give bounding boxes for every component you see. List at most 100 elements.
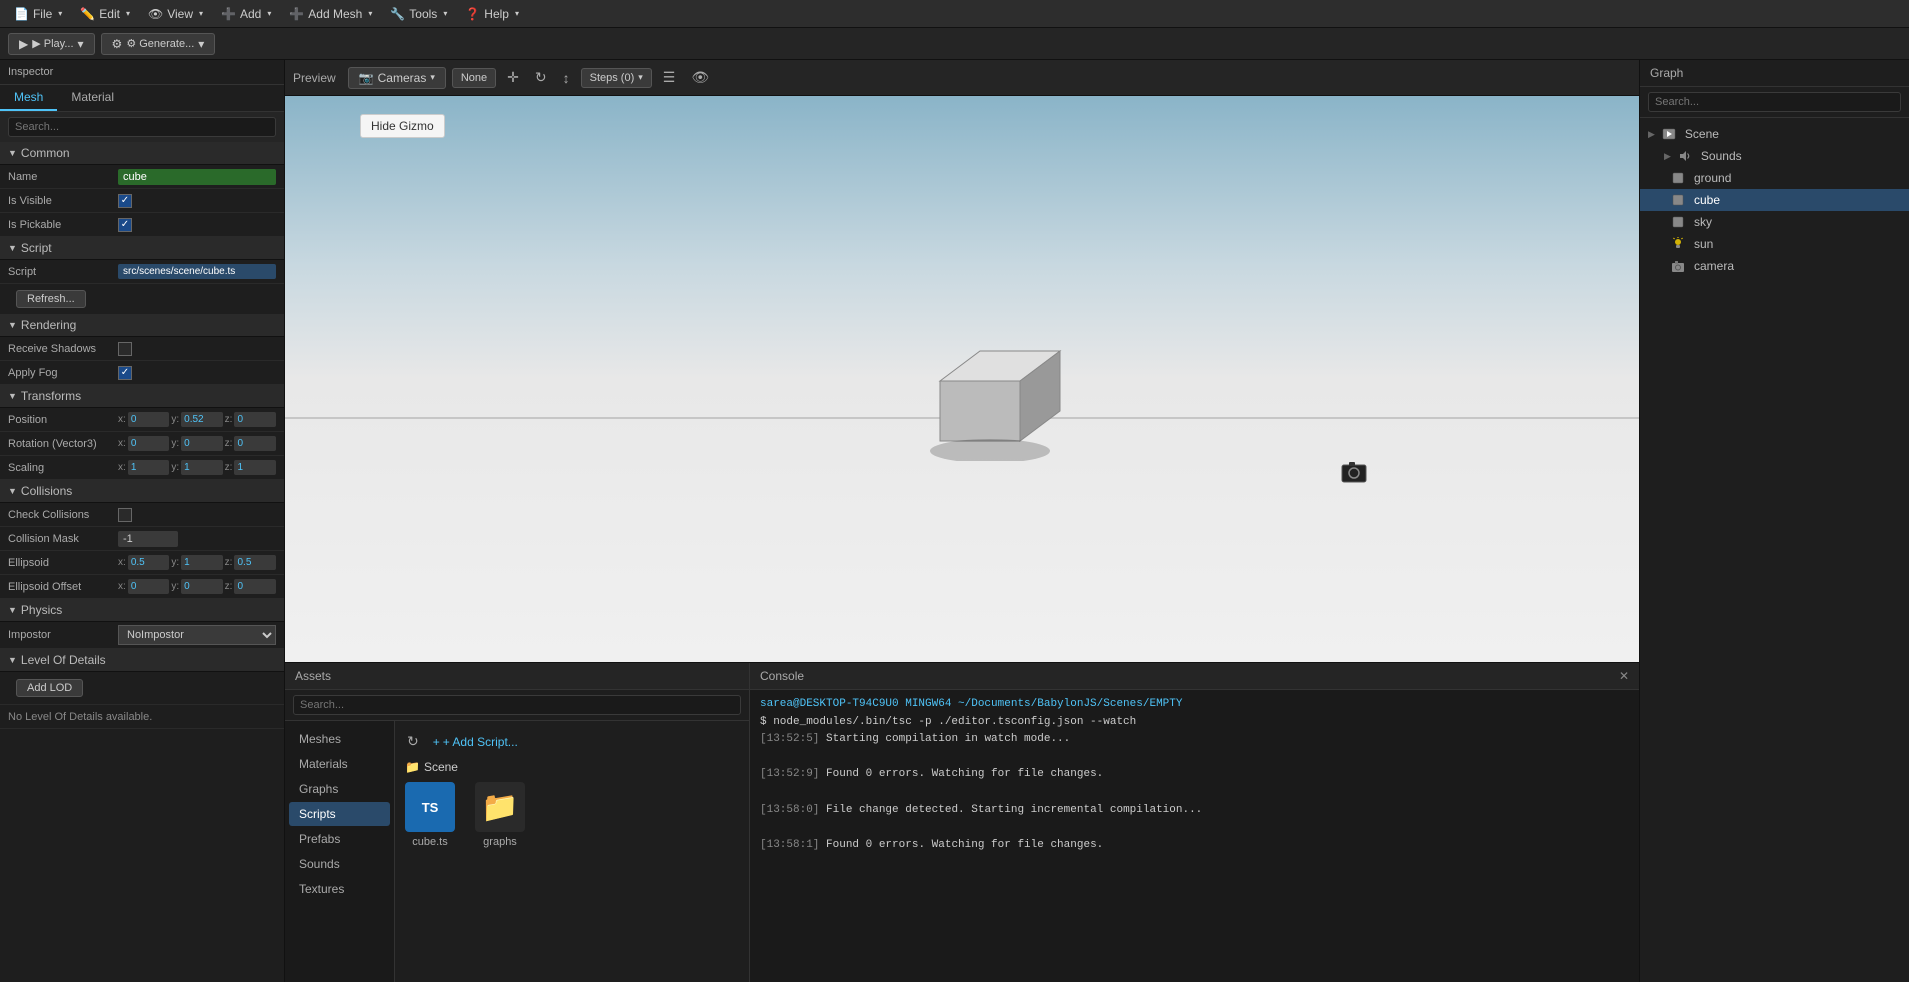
assets-sidebar-prefabs[interactable]: Prefabs — [289, 827, 390, 851]
edit-icon: ✏️ — [80, 7, 95, 21]
rotate-gizmo-button[interactable]: ↻ — [530, 66, 552, 89]
ellipsoid-x-input[interactable] — [128, 555, 170, 570]
ellipsoid-z-input[interactable] — [234, 555, 276, 570]
pos-x-input[interactable] — [128, 412, 170, 427]
tree-item-scene[interactable]: ▶ Scene — [1640, 123, 1909, 145]
scale-x-input[interactable] — [128, 460, 170, 475]
check-collisions-checkbox[interactable] — [118, 508, 132, 522]
rendering-arrow: ▼ — [8, 320, 17, 330]
asset-graphs-folder[interactable]: 📁 graphs — [475, 782, 525, 848]
add-mesh-caret: ▾ — [368, 9, 372, 18]
add-script-button[interactable]: + + Add Script... — [429, 733, 522, 751]
prop-position: Position x: y: z: — [0, 408, 284, 432]
ellipsoid-offset-y-input[interactable] — [181, 579, 223, 594]
generate-button[interactable]: ⚙ ⚙ Generate... ▾ — [101, 33, 216, 55]
name-input[interactable] — [118, 169, 276, 185]
impostor-select[interactable]: NoImpostor — [118, 625, 276, 645]
section-collisions[interactable]: ▼ Collisions — [0, 480, 284, 503]
tree-item-sky[interactable]: sky — [1640, 211, 1909, 233]
menu-tools[interactable]: 🔧 Tools ▾ — [382, 5, 455, 23]
inspector-search-input[interactable] — [8, 117, 276, 137]
assets-sidebar-textures[interactable]: Textures — [289, 877, 390, 901]
rot-x-input[interactable] — [128, 436, 170, 451]
console-line: [13:58:0] File change detected. Starting… — [760, 802, 1629, 820]
play-button[interactable]: ▶ ▶ Play... ▾ — [8, 33, 95, 55]
asset-cube-ts[interactable]: TS cube.ts — [405, 782, 455, 848]
cube-icon — [1671, 193, 1685, 207]
common-arrow: ▼ — [8, 148, 17, 158]
menu-view[interactable]: 👁 View ▾ — [140, 5, 211, 23]
is-visible-checkbox[interactable] — [118, 194, 132, 208]
tree-label-camera: camera — [1694, 259, 1734, 273]
add-lod-button[interactable]: Add LOD — [16, 679, 83, 697]
add-icon: ➕ — [221, 7, 236, 21]
steps-button[interactable]: Steps (0) ▾ — [581, 68, 652, 88]
graph-panel: Graph ▶ Scene ▶ Sounds ground cube sky s… — [1639, 60, 1909, 982]
tab-material[interactable]: Material — [57, 85, 128, 111]
menu-add[interactable]: ➕ Add ▾ — [213, 5, 279, 23]
menu-help[interactable]: ❓ Help ▾ — [457, 5, 527, 23]
section-rendering[interactable]: ▼ Rendering — [0, 314, 284, 337]
assets-refresh-button[interactable]: ↻ — [405, 731, 421, 752]
is-pickable-checkbox[interactable] — [118, 218, 132, 232]
tree-item-sun[interactable]: sun — [1640, 233, 1909, 255]
menu-file[interactable]: 📄 File ▾ — [6, 5, 70, 23]
console-line — [760, 942, 1629, 960]
graph-search-input[interactable] — [1648, 92, 1901, 112]
scale-gizmo-button[interactable]: ↕ — [558, 67, 575, 89]
console-line — [760, 978, 1629, 982]
section-common[interactable]: ▼ Common — [0, 142, 284, 165]
assets-sidebar-meshes[interactable]: Meshes — [289, 727, 390, 751]
move-gizmo-button[interactable]: ✛ — [502, 66, 524, 89]
tree-item-sounds[interactable]: ▶ Sounds — [1640, 145, 1909, 167]
script-input[interactable] — [118, 264, 276, 279]
rot-y-input[interactable] — [181, 436, 223, 451]
console-line: [13:58:1] Found 0 errors. Watching for f… — [760, 837, 1629, 855]
tree-item-ground[interactable]: ground — [1640, 167, 1909, 189]
cube-3d-object — [890, 281, 1070, 464]
console-content: sarea@DESKTOP-T94C9U0 MINGW64 ~/Document… — [750, 690, 1639, 982]
apply-fog-checkbox[interactable] — [118, 366, 132, 380]
prop-scaling: Scaling x: y: z: — [0, 456, 284, 480]
file-caret: ▾ — [58, 9, 62, 18]
section-physics[interactable]: ▼ Physics — [0, 599, 284, 622]
assets-sidebar-scripts[interactable]: Scripts — [289, 802, 390, 826]
assets-toolbar — [285, 690, 749, 721]
receive-shadows-checkbox[interactable] — [118, 342, 132, 356]
tab-mesh[interactable]: Mesh — [0, 85, 57, 111]
menu-icon-button[interactable]: ☰ — [658, 66, 681, 89]
none-button[interactable]: None — [452, 68, 496, 88]
rot-z-input[interactable] — [234, 436, 276, 451]
ellipsoid-offset-z-input[interactable] — [234, 579, 276, 594]
center-panel: Preview 📷 Cameras ▾ None ✛ ↻ ↕ Steps (0)… — [285, 60, 1639, 982]
preview-area: Hide Gizmo — [285, 96, 1639, 982]
scale-y-input[interactable] — [181, 460, 223, 475]
assets-sidebar-materials[interactable]: Materials — [289, 752, 390, 776]
assets-sidebar-sounds[interactable]: Sounds — [289, 852, 390, 876]
ellipsoid-y-input[interactable] — [181, 555, 223, 570]
eye-icon-button[interactable]: 👁 — [686, 66, 714, 89]
menu-edit[interactable]: ✏️ Edit ▾ — [72, 5, 138, 23]
pos-z-input[interactable] — [234, 412, 276, 427]
assets-sidebar-graphs[interactable]: Graphs — [289, 777, 390, 801]
section-lod[interactable]: ▼ Level Of Details — [0, 649, 284, 672]
refresh-button[interactable]: Refresh... — [16, 290, 86, 308]
sun-icon — [1671, 237, 1685, 251]
tree-item-camera[interactable]: camera — [1640, 255, 1909, 277]
camera-overlay-icon — [1340, 458, 1368, 492]
assets-search-input[interactable] — [293, 695, 741, 715]
section-transforms[interactable]: ▼ Transforms — [0, 385, 284, 408]
ellipsoid-offset-x-input[interactable] — [128, 579, 170, 594]
transforms-arrow: ▼ — [8, 391, 17, 401]
menu-add-mesh[interactable]: ➕ Add Mesh ▾ — [281, 5, 380, 23]
preview-viewport[interactable]: Hide Gizmo — [285, 96, 1639, 662]
section-script[interactable]: ▼ Script — [0, 237, 284, 260]
preview-toolbar: Preview 📷 Cameras ▾ None ✛ ↻ ↕ Steps (0)… — [285, 60, 1639, 96]
scale-z-input[interactable] — [234, 460, 276, 475]
cameras-button[interactable]: 📷 Cameras ▾ — [348, 67, 446, 89]
assets-panel: Assets Meshes Materials — [285, 663, 750, 982]
pos-y-input[interactable] — [181, 412, 223, 427]
console-close-icon[interactable]: ✕ — [1619, 669, 1629, 683]
tree-item-cube[interactable]: cube — [1640, 189, 1909, 211]
collision-mask-input[interactable] — [118, 531, 178, 547]
